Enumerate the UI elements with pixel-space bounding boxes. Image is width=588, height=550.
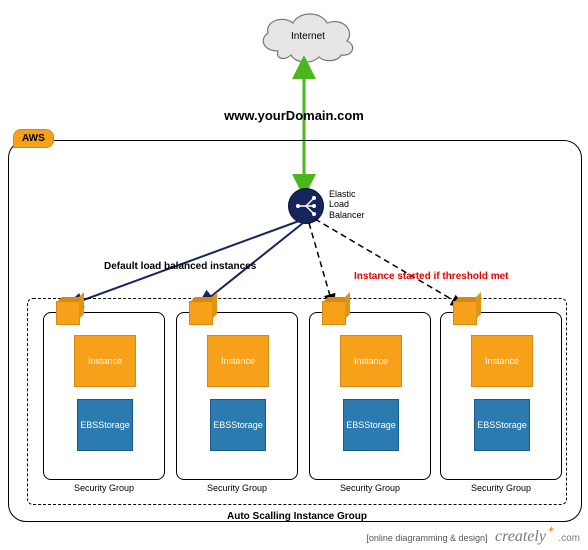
branding-footer: [online diagramming & design] creately✦ … [366, 528, 580, 546]
sg-cube-icon [322, 301, 346, 325]
sg-cube-icon [453, 301, 477, 325]
asg-caption: Auto Scalling Instance Group [28, 511, 566, 522]
security-group-1: Instance EBSStorage Security Group [43, 312, 165, 480]
sg-caption: Security Group [44, 483, 164, 493]
ebs-box: EBSStorage [343, 399, 399, 451]
sg-caption: Security Group [177, 483, 297, 493]
sg-cube-icon [56, 301, 80, 325]
sg-caption: Security Group [441, 483, 561, 493]
elb-node [288, 188, 324, 224]
branding-logo: creately✦ [495, 528, 558, 545]
security-group-4: Instance EBSStorage Security Group [440, 312, 562, 480]
note-threshold: Instance started if threshold met [354, 271, 508, 282]
security-group-2: Instance EBSStorage Security Group [176, 312, 298, 480]
branding-suffix: .com [558, 533, 580, 544]
instance-box: Instance [471, 335, 533, 387]
note-default-balanced: Default load balanced instances [104, 261, 256, 272]
instance-box: Instance [207, 335, 269, 387]
sg-cube-icon [189, 301, 213, 325]
sg-caption: Security Group [310, 483, 430, 493]
diagram-canvas: Internet www.yourDomain.com AWS [0, 0, 588, 550]
sparkle-icon: ✦ [546, 525, 554, 536]
instance-box: Instance [340, 335, 402, 387]
branding-tagline: [online diagramming & design] [366, 533, 487, 543]
auto-scaling-group: Instance EBSStorage Security Group Insta… [27, 298, 567, 505]
security-group-3: Instance EBSStorage Security Group [309, 312, 431, 480]
ebs-box: EBSStorage [474, 399, 530, 451]
ebs-box: EBSStorage [77, 399, 133, 451]
internet-cloud: Internet [253, 5, 363, 67]
domain-label: www.yourDomain.com [0, 108, 588, 123]
load-balancer-icon [294, 194, 318, 218]
aws-region-box: AWS Elastic Load Balancer [8, 140, 582, 522]
ebs-box: EBSStorage [210, 399, 266, 451]
internet-label: Internet [253, 31, 363, 42]
aws-badge: AWS [13, 129, 54, 148]
elb-label: Elastic Load Balancer [329, 189, 365, 220]
instance-box: Instance [74, 335, 136, 387]
